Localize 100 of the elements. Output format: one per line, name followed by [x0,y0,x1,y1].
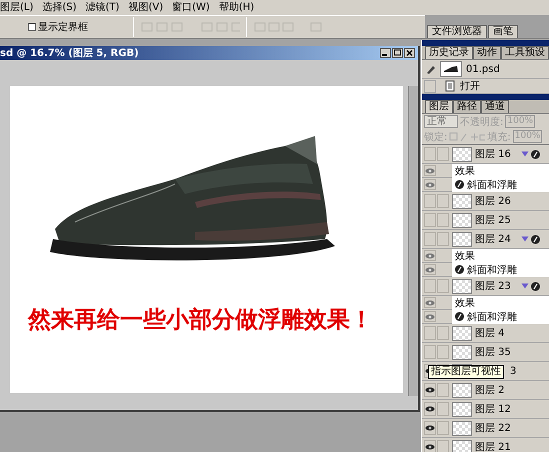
visibility-toggle[interactable] [424,383,436,397]
lock-label: 锁定: [424,130,448,144]
layer-name[interactable]: 图层 23 [475,279,511,293]
close-icon[interactable] [404,48,415,58]
align-icons[interactable] [140,21,240,33]
eye-icon [425,444,435,450]
fill-label: 填充: [487,130,511,144]
visibility-toggle[interactable] [424,311,436,322]
eye-icon [425,266,435,272]
effect-icon [455,312,464,321]
layer-name[interactable]: 图层 21 [475,440,511,452]
menu-item[interactable]: 窗口(W) [172,1,210,14]
eye-icon [425,168,435,174]
link-cell[interactable] [437,194,449,208]
panel-tab[interactable]: 通道 [481,100,509,113]
effect-icon [530,234,540,244]
link-cell[interactable] [437,326,449,340]
link-cell[interactable] [437,383,449,397]
visibility-toggle[interactable] [424,279,436,293]
visibility-toggle[interactable] [424,345,436,359]
visibility-toggle[interactable] [424,421,436,435]
layer-thumbnail [452,146,472,162]
distribute-icons[interactable] [253,21,323,33]
visibility-toggle[interactable] [424,440,436,452]
panel-tab[interactable]: 图层 [425,100,453,113]
panel-tab[interactable]: 历史记录 [425,46,473,59]
link-cell[interactable] [437,421,449,435]
menu-item[interactable]: 帮助(H) [218,1,254,14]
caption-text: 然来再给一些小部分做浮雕效果！ [28,305,373,335]
eye-icon [425,425,435,431]
eye-icon [425,406,435,412]
expand-triangle-icon[interactable] [520,236,529,242]
tooltip: 指示图层可视性 [428,365,504,379]
visibility-toggle[interactable] [424,326,436,340]
layer-name[interactable]: 图层 35 [475,345,511,359]
menu-item[interactable]: 图层(L) [0,1,34,14]
layer-name[interactable]: 图层 2 [475,383,505,397]
panel-tab[interactable]: 路径 [453,100,481,113]
visibility-toggle[interactable] [424,250,436,261]
layer-thumbnail [452,212,472,228]
layer-thumbnail [452,420,472,436]
link-cell[interactable] [437,232,449,246]
layer-thumbnail [452,278,472,294]
effect-icon [455,265,464,274]
eye-icon [425,387,435,393]
layer-thumbnail [452,232,472,246]
effect-icon [530,150,540,158]
layer-name[interactable]: 图层 26 [475,194,511,208]
menu-item[interactable]: 视图(V) [128,1,164,14]
layer-thumbnail [452,194,472,208]
history-step[interactable]: 打开 [460,79,480,93]
link-cell[interactable] [437,213,449,227]
blend-mode-dropdown[interactable]: 正常 [424,115,458,128]
palette-well-tab[interactable]: 画笔 [488,25,518,38]
eye-icon [425,314,435,320]
link-cell[interactable] [437,345,449,359]
eye-icon [425,300,435,306]
visibility-toggle[interactable] [424,165,436,176]
layer-name[interactable]: 图层 12 [475,402,511,416]
visibility-toggle[interactable] [424,264,436,275]
expand-triangle-icon[interactable] [520,151,529,157]
link-cell[interactable] [437,279,449,293]
link-cell[interactable] [437,440,449,452]
history-brush-cell[interactable] [424,80,436,92]
minimize-icon[interactable] [380,48,391,58]
lock-icons[interactable] [449,132,486,142]
panel-tab[interactable]: 工具预设 [501,46,549,59]
maximize-icon[interactable] [392,48,403,58]
visibility-toggle[interactable] [424,179,436,190]
layer-name[interactable]: 图层 4 [475,326,505,340]
layer-thumbnail [452,382,472,398]
show-bounds-checkbox[interactable]: 显示定界框 [28,20,88,34]
link-cell[interactable] [437,147,449,161]
layer-name[interactable]: 图层 24 [475,232,511,246]
layer-name[interactable]: 图层 25 [475,213,511,227]
menu-item[interactable]: 选择(S) [42,1,77,14]
opacity-label: 不透明度: [460,116,504,128]
snapshot-name[interactable]: 01.psd [466,64,500,74]
visibility-toggle[interactable] [424,213,436,227]
palette-well-tab[interactable]: 文件浏览器 [427,25,487,38]
visibility-toggle[interactable] [424,232,436,246]
visibility-toggle[interactable] [424,402,436,416]
brush-icon[interactable] [425,63,437,75]
window-title: sd @ 16.7% (图层 5, RGB) [0,47,139,60]
visibility-toggle[interactable] [424,194,436,208]
link-cell[interactable] [437,402,449,416]
layer-thumbnail [452,402,472,416]
layer-name[interactable]: 图层 22 [475,421,511,435]
eye-icon [425,252,435,258]
layer-thumbnail [452,344,472,360]
menu-item[interactable]: 滤镜(T) [86,1,120,14]
layer-name[interactable]: 3 [510,366,516,376]
effect-icon [455,180,464,189]
scroll-bar[interactable] [408,86,418,396]
visibility-toggle[interactable] [424,297,436,308]
visibility-toggle[interactable] [424,147,436,161]
panel-tab[interactable]: 动作 [473,46,501,59]
expand-triangle-icon[interactable] [520,283,529,289]
effect-icon [530,282,540,290]
layer-name[interactable]: 图层 16 [475,147,511,161]
